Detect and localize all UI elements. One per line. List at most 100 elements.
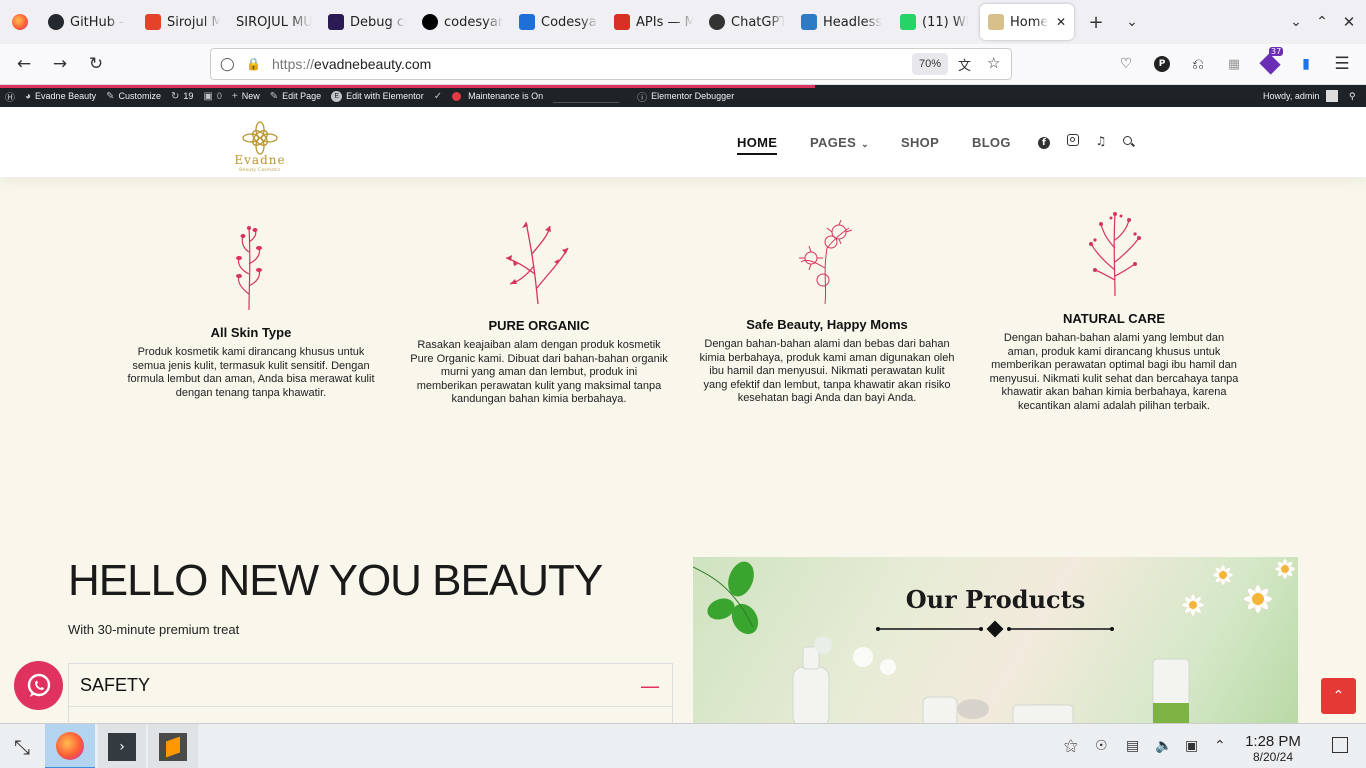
app-launcher-button[interactable]: ⤡ — [0, 724, 44, 768]
terminal-icon — [519, 14, 535, 30]
collapse-minus-icon[interactable]: — — [640, 674, 660, 698]
browser-tab[interactable]: (11) Wha — [892, 0, 976, 44]
forward-button[interactable]: → — [45, 50, 75, 78]
instagram-icon[interactable] — [1065, 134, 1081, 149]
translate-icon[interactable]: 文 — [958, 55, 971, 74]
navigation-bar: ← → ↻ ◯ 🔒 https://evadnebeauty.com 70% 文… — [0, 44, 1366, 85]
browser-tab[interactable]: Home ✕ — [980, 4, 1074, 40]
elementor-icon: E — [331, 90, 343, 102]
feature-text: Dengan bahan-bahan alami dan bebas dari … — [699, 338, 955, 404]
admin-elementor-debugger[interactable]: ⓘ Elementor Debugger — [632, 85, 739, 107]
browser-tab[interactable]: SIROJUL MU — [228, 0, 320, 44]
feature-title: Safe Beauty, Happy Moms — [746, 317, 908, 332]
admin-my-account[interactable]: Howdy, admin — [1258, 85, 1343, 107]
wp-admin-bar: Ⓗ ◕ Evadne Beauty ✎ Customize ↻ 19 ▣ 0 + New … — [0, 85, 1366, 107]
admin-updates[interactable]: ↻ 19 — [166, 85, 198, 107]
admin-edit-page[interactable]: ✎ Edit Page — [265, 85, 326, 107]
browser-tab[interactable]: GitHub - — [40, 0, 137, 44]
back-button[interactable]: ← — [9, 50, 39, 78]
nav-home[interactable]: HOME — [737, 135, 778, 155]
nav-pages-label: PAGES — [810, 135, 857, 150]
whatsapp-chat-button[interactable] — [14, 661, 63, 710]
admin-maintenance[interactable]: Maintenance is On — [447, 85, 548, 107]
lock-icon[interactable]: 🔒 — [246, 57, 262, 71]
sublime-text-icon — [159, 732, 187, 761]
admin-new-label: New — [241, 91, 260, 101]
browser-tab[interactable]: Headless — [793, 0, 892, 44]
admin-search-icon[interactable]: ⚲ — [1344, 85, 1361, 107]
safety-accordion[interactable]: SAFETY — — [68, 663, 673, 728]
scroll-to-top-button[interactable]: ⌃ — [1321, 678, 1356, 714]
notifications-bell-icon[interactable]: ⚝ — [1064, 738, 1078, 754]
update-icon[interactable]: ☉ — [1095, 738, 1108, 754]
nav-shop[interactable]: SHOP — [901, 135, 939, 150]
network-icon[interactable]: ▣ — [1185, 738, 1198, 754]
admin-customize[interactable]: ✎ Customize — [101, 85, 166, 107]
browser-tab[interactable]: Sirojul M — [137, 0, 228, 44]
nav-blog[interactable]: BLOG — [972, 135, 1011, 150]
taskbar-firefox[interactable] — [45, 724, 95, 768]
search-icon[interactable] — [1119, 134, 1135, 148]
bookmark-star-icon[interactable]: ☆ — [987, 54, 1000, 72]
browser-tab[interactable]: ChatGPT — [701, 0, 793, 44]
chevron-down-icon: ⌄ — [861, 139, 869, 149]
browser-tab[interactable]: codesyar — [414, 0, 511, 44]
browser-tab[interactable]: Debug cc — [320, 0, 414, 44]
terminal-icon: › — [108, 732, 136, 761]
taskbar-sublime[interactable] — [148, 724, 198, 768]
site-header: Evadne Beauty Cosmetic HOME PAGES ⌄ SHOP … — [0, 107, 1366, 177]
zoom-level-button[interactable]: 70% — [912, 53, 948, 75]
logo-wordmark: Evadne — [234, 153, 286, 167]
feature-text: Produk kosmetik kami dirancang khusus un… — [127, 346, 375, 399]
browser-tab[interactable]: Codesyar — [511, 0, 606, 44]
nav-pages[interactable]: PAGES ⌄ — [810, 135, 869, 150]
plant-illustration-3 — [799, 219, 853, 304]
gitlab-icon — [145, 14, 161, 30]
admin-yoast[interactable]: ✓ — [429, 85, 447, 107]
site-logo[interactable]: Evadne Beauty Cosmetic — [232, 121, 288, 177]
comment-icon: ▣ — [203, 90, 213, 102]
accordion-header[interactable]: SAFETY — [69, 664, 672, 707]
firefox-view-button[interactable] — [0, 0, 40, 44]
close-window-button[interactable]: ✕ — [1331, 0, 1366, 44]
pencil-icon: ✎ — [269, 90, 279, 102]
admin-site-name[interactable]: ◕ Evadne Beauty — [20, 85, 101, 107]
admin-greeting: Howdy, admin — [1263, 91, 1320, 101]
show-desktop-button[interactable] — [1332, 737, 1348, 753]
close-tab-icon[interactable]: ✕ — [1056, 15, 1066, 29]
feature-title: All Skin Type — [210, 325, 292, 340]
pocket-icon[interactable]: ♡ — [1111, 50, 1141, 78]
new-tab-button[interactable]: + — [1078, 0, 1114, 44]
admin-new[interactable]: + New — [227, 85, 265, 107]
profile-avatar[interactable]: P — [1147, 50, 1177, 78]
extension-grid-icon[interactable]: ▦ — [1219, 50, 1249, 78]
app-menu-button[interactable]: ☰ — [1327, 50, 1357, 78]
logo-tagline: Beauty Cosmetic — [239, 167, 281, 172]
admin-blank-item[interactable] — [548, 85, 628, 107]
clipboard-icon[interactable]: ▤ — [1126, 738, 1139, 754]
browser-tab-label: Headless — [823, 14, 883, 30]
taskbar-terminal[interactable]: › — [98, 724, 146, 768]
browser-tab[interactable]: APIs — M — [606, 0, 701, 44]
browser-tab-strip: GitHub - Sirojul M SIROJUL MU Debug cc codes… — [0, 0, 1366, 44]
list-all-tabs-button[interactable]: ⌄ — [1114, 0, 1150, 44]
whatsapp-icon — [900, 14, 916, 30]
our-products-banner[interactable]: Our Products — [693, 557, 1298, 725]
admin-comments[interactable]: ▣ 0 — [198, 85, 226, 107]
tray-expand-chevron-icon[interactable]: ⌃ — [1214, 738, 1226, 754]
extension-badge-icon[interactable]: 37 — [1255, 47, 1285, 78]
tracking-protection-icon[interactable]: ◯ — [220, 56, 236, 72]
extensions-icon[interactable]: ⎌ — [1183, 50, 1213, 78]
sidebar-extension-icon[interactable]: ▮ — [1291, 50, 1321, 78]
facebook-icon[interactable]: f — [1036, 134, 1052, 149]
admin-edit-elementor[interactable]: E Edit with Elementor — [326, 85, 429, 107]
volume-icon[interactable]: 🔈 — [1155, 738, 1172, 754]
firefox-icon — [56, 731, 84, 760]
reload-button[interactable]: ↻ — [81, 50, 111, 78]
plant-illustration-1 — [236, 226, 262, 310]
tiktok-icon[interactable]: ♫ — [1093, 134, 1109, 148]
address-bar[interactable]: ◯ 🔒 https://evadnebeauty.com 70% 文 ☆ — [210, 48, 1012, 80]
plus-icon: + — [231, 90, 238, 102]
wp-logo-menu[interactable]: Ⓗ — [0, 85, 20, 107]
system-clock[interactable]: 1:28 PM 8/20/24 — [1240, 733, 1306, 764]
